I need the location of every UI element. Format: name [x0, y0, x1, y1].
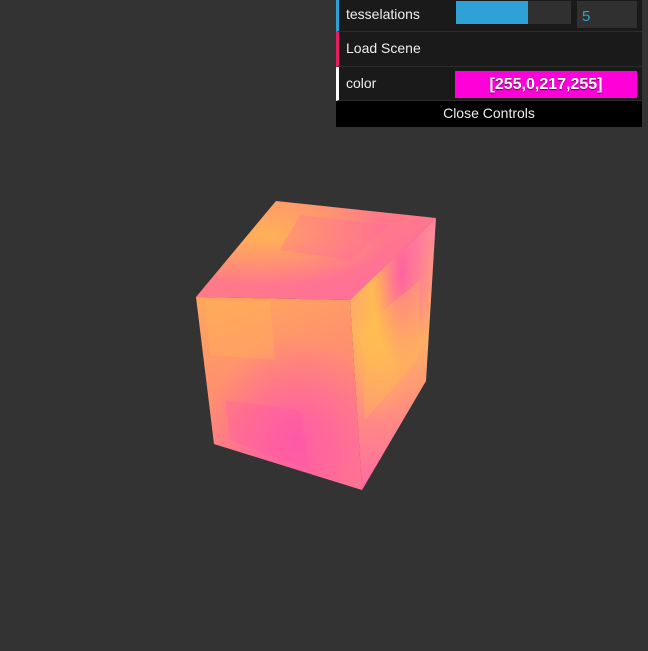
color-label: color [346, 75, 377, 91]
tesselations-input[interactable] [577, 1, 637, 28]
color-control: color [255,0,217,255] [336, 67, 642, 101]
color-picker-input[interactable]: [255,0,217,255] [455, 71, 637, 98]
tesselations-control: tesselations [336, 0, 642, 32]
tesselations-slider-fill [456, 1, 528, 24]
close-controls-button[interactable]: Close Controls [336, 101, 642, 127]
tesselations-slider[interactable] [456, 1, 571, 24]
cube-mesh [196, 201, 436, 490]
load-scene-label: Load Scene [346, 40, 421, 56]
load-scene-button[interactable]: Load Scene [336, 32, 642, 67]
tesselations-label: tesselations [346, 6, 420, 22]
controls-panel: tesselations Load Scene color [255,0,217… [336, 0, 642, 127]
